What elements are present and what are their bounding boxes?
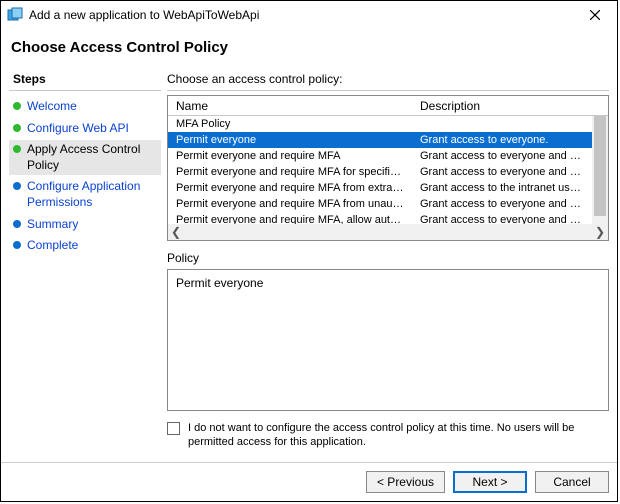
vertical-scrollbar[interactable] — [592, 116, 608, 224]
policy-name-cell: Permit everyone and require MFA, allow a… — [168, 214, 412, 224]
steps-heading: Steps — [9, 70, 161, 91]
step-label: Complete — [27, 238, 78, 254]
policy-description-cell: Grant access to everyone. — [412, 134, 592, 146]
policy-name-cell: Permit everyone — [168, 134, 412, 146]
policy-row[interactable]: Permit everyone and require MFA for spec… — [168, 164, 608, 180]
policy-name-cell: MFA Policy — [168, 118, 412, 130]
titlebar: Add a new application to WebApiToWebApi — [1, 1, 617, 29]
policy-name-cell: Permit everyone and require MFA for spec… — [168, 166, 412, 178]
page-title: Choose Access Control Policy — [11, 39, 607, 56]
next-button[interactable]: Next > — [453, 471, 527, 493]
policy-list-header: Name Description — [168, 96, 608, 116]
steps-list: Welcome Configure Web API Apply Access C… — [9, 97, 161, 256]
policy-row[interactable]: Permit everyone and require MFA, allow a… — [168, 212, 608, 224]
step-bullet-icon — [13, 145, 21, 153]
wizard-window: Add a new application to WebApiToWebApi … — [0, 0, 618, 502]
page-header: Choose Access Control Policy — [1, 29, 617, 70]
scroll-left-icon[interactable]: ❮ — [168, 224, 184, 240]
wizard-body: Steps Welcome Configure Web API Apply Ac… — [1, 70, 617, 462]
scrollbar-thumb[interactable] — [594, 116, 606, 216]
policy-description-cell: Grant access to the intranet users and r… — [412, 182, 592, 194]
step-bullet-icon — [13, 241, 21, 249]
policy-name-cell: Permit everyone and require MFA — [168, 150, 412, 162]
step-bullet-icon — [13, 182, 21, 190]
policy-row[interactable]: Permit everyone Grant access to everyone… — [168, 132, 608, 148]
steps-panel: Steps Welcome Configure Web API Apply Ac… — [9, 70, 167, 462]
step-summary[interactable]: Summary — [9, 215, 161, 235]
step-label: Configure Web API — [27, 121, 129, 137]
close-button[interactable] — [579, 4, 611, 26]
policy-list[interactable]: Name Description MFA Policy Permit every… — [167, 95, 609, 241]
policy-row[interactable]: MFA Policy — [168, 116, 608, 132]
step-bullet-icon — [13, 220, 21, 228]
step-label: Apply Access Control Policy — [27, 142, 157, 173]
step-bullet-icon — [13, 102, 21, 110]
cancel-button[interactable]: Cancel — [535, 471, 609, 493]
step-apply-access-control-policy[interactable]: Apply Access Control Policy — [9, 140, 161, 175]
main-panel: Choose an access control policy: Name De… — [167, 70, 609, 462]
policy-description-cell: Grant access to everyone and require MFA… — [412, 166, 592, 178]
policy-description-cell: Grant access to everyone and require MFA… — [412, 198, 592, 210]
step-bullet-icon — [13, 124, 21, 132]
step-configure-application-permissions[interactable]: Configure Application Permissions — [9, 177, 161, 212]
policy-editor-value: Permit everyone — [176, 276, 263, 290]
policy-list-rows: MFA Policy Permit everyone Grant access … — [168, 116, 608, 224]
policy-row[interactable]: Permit everyone and require MFA Grant ac… — [168, 148, 608, 164]
policy-description-cell: Grant access to everyone and require MFA… — [412, 150, 592, 162]
step-label: Summary — [27, 217, 78, 233]
step-label: Welcome — [27, 99, 77, 115]
column-header-description[interactable]: Description — [412, 97, 592, 115]
policy-editor[interactable]: Permit everyone — [167, 269, 609, 411]
step-label: Configure Application Permissions — [27, 179, 157, 210]
step-welcome[interactable]: Welcome — [9, 97, 161, 117]
opt-out-label: I do not want to configure the access co… — [188, 421, 609, 450]
policy-row[interactable]: Permit everyone and require MFA from una… — [168, 196, 608, 212]
opt-out-checkbox[interactable] — [167, 422, 180, 435]
horizontal-scrollbar[interactable]: ❮ ❯ — [168, 224, 608, 240]
policy-name-cell: Permit everyone and require MFA from una… — [168, 198, 412, 210]
wizard-footer: < Previous Next > Cancel — [1, 462, 617, 501]
column-header-name[interactable]: Name — [168, 97, 412, 115]
opt-out-row: I do not want to configure the access co… — [167, 421, 609, 450]
window-title: Add a new application to WebApiToWebApi — [29, 8, 579, 22]
policy-editor-label: Policy — [167, 251, 609, 265]
app-icon — [7, 7, 23, 23]
step-configure-web-api[interactable]: Configure Web API — [9, 119, 161, 139]
policy-list-caption: Choose an access control policy: — [167, 70, 609, 91]
policy-name-cell: Permit everyone and require MFA from ext… — [168, 182, 412, 194]
policy-row[interactable]: Permit everyone and require MFA from ext… — [168, 180, 608, 196]
policy-description-cell: Grant access to everyone and require MFA… — [412, 214, 592, 224]
previous-button[interactable]: < Previous — [366, 471, 445, 493]
scroll-right-icon[interactable]: ❯ — [592, 224, 608, 240]
close-icon — [590, 10, 600, 20]
step-complete[interactable]: Complete — [9, 236, 161, 256]
